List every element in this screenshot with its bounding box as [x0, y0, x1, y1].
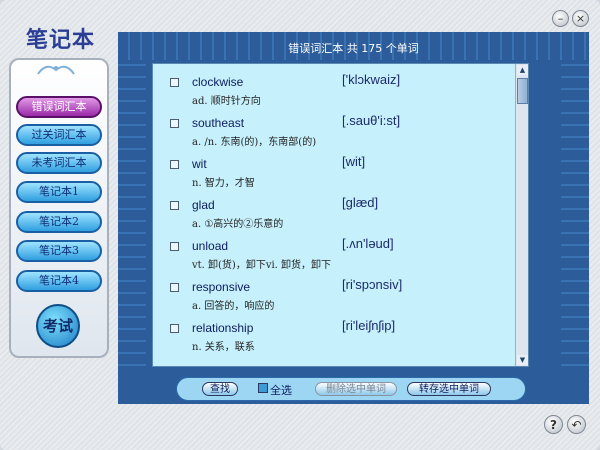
- app-title: 笔记本: [26, 27, 96, 53]
- word-entry[interactable]: wit [wit] n. 智力，才智: [153, 146, 515, 189]
- back-icon[interactable]: ↶: [567, 415, 586, 434]
- ornament-icon: [37, 65, 75, 75]
- exam-button[interactable]: 考试: [36, 304, 80, 348]
- scroll-down-icon[interactable]: ▼: [517, 355, 528, 365]
- nav-item-notebook-3[interactable]: 笔记本3: [16, 240, 102, 262]
- select-all-checkbox[interactable]: [258, 383, 268, 393]
- minimize-button[interactable]: –: [552, 10, 569, 27]
- word-phonetic: [glæd]: [342, 195, 379, 210]
- word-checkbox[interactable]: [170, 242, 179, 251]
- word-phonetic: [ri'spɔnsiv]: [342, 277, 403, 292]
- frame-border-right: [561, 60, 589, 376]
- word-checkbox[interactable]: [170, 283, 179, 292]
- word-checkbox[interactable]: [170, 324, 179, 333]
- nav-item-notebook-2[interactable]: 笔记本2: [16, 211, 102, 233]
- delete-selected-button[interactable]: 删除选中单词: [315, 382, 397, 396]
- word-entry[interactable]: glad [glæd] a. ①高兴的②乐意的: [153, 187, 515, 230]
- scroll-up-icon[interactable]: ▲: [517, 65, 528, 75]
- word-text: clockwise: [192, 75, 244, 89]
- nav-item-notebook-1[interactable]: 笔记本1: [16, 181, 102, 203]
- nav-item-passed-words[interactable]: 过关词汇本: [16, 124, 102, 146]
- word-phonetic: [.sauθ'i:st]: [342, 113, 401, 128]
- scroll-thumb[interactable]: [517, 78, 528, 104]
- word-checkbox[interactable]: [170, 201, 179, 210]
- word-text: relationship: [192, 321, 254, 335]
- close-button[interactable]: ×: [572, 10, 589, 27]
- nav-item-untested-words[interactable]: 未考词汇本: [16, 152, 102, 174]
- word-text: southeast: [192, 116, 245, 130]
- word-entry[interactable]: relationship [ri'leiʃnʃip] n. 关系，联系: [153, 310, 515, 353]
- word-checkbox[interactable]: [170, 119, 179, 128]
- find-button[interactable]: 查找: [202, 382, 238, 396]
- word-text: responsive: [192, 280, 251, 294]
- word-entry[interactable]: clockwise ['klɔkwaiz] ad. 顺时针方向: [153, 64, 515, 107]
- nav-item-wrong-words[interactable]: 错误词汇本: [16, 96, 102, 118]
- word-entry[interactable]: unload [.ʌn'ləud] vt. 卸(货)，卸下vi. 卸货，卸下: [153, 228, 515, 271]
- nav-item-notebook-4[interactable]: 笔记本4: [16, 270, 102, 292]
- app-window: 笔记本 – × 错误词汇本 过关词汇本 未考词汇本 笔记本1 笔记本2 笔记本3…: [0, 0, 600, 450]
- scrollbar[interactable]: ▲ ▼: [515, 64, 528, 366]
- word-entry[interactable]: responsive [ri'spɔnsiv] a. 回答的，响应的: [153, 269, 515, 312]
- help-icon[interactable]: ?: [544, 415, 563, 434]
- word-entry[interactable]: southeast [.sauθ'i:st] a. /n. 东南(的)，东南部(…: [153, 105, 515, 148]
- word-definition: n. 关系，联系: [192, 342, 255, 353]
- save-selected-button[interactable]: 转存选中单词: [407, 382, 491, 396]
- word-checkbox[interactable]: [170, 160, 179, 169]
- word-phonetic: [.ʌn'ləud]: [342, 236, 394, 251]
- word-list: clockwise ['klɔkwaiz] ad. 顺时针方向 southeas…: [152, 63, 529, 367]
- list-header: 错误词汇本 共 175 个单词: [288, 42, 419, 55]
- word-text: glad: [192, 198, 215, 212]
- word-phonetic: [ri'leiʃnʃip]: [342, 318, 396, 333]
- frame-border-left: [118, 60, 146, 376]
- word-phonetic: ['klɔkwaiz]: [342, 72, 401, 87]
- word-text: unload: [192, 239, 229, 253]
- word-phonetic: [wit]: [342, 154, 366, 169]
- select-all-label[interactable]: 全选: [270, 382, 292, 398]
- bottom-toolbar: 查找 全选 删除选中单词 转存选中单词: [176, 377, 526, 401]
- word-text: wit: [192, 157, 207, 171]
- word-checkbox[interactable]: [170, 78, 179, 87]
